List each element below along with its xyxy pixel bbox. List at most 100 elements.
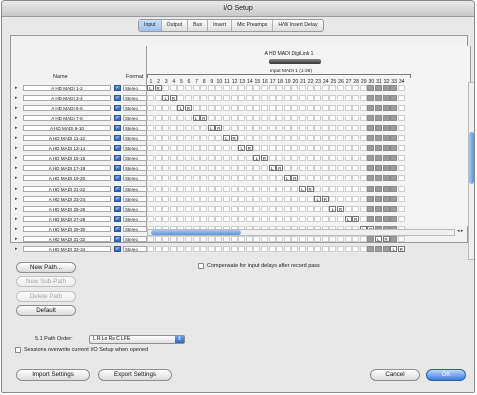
routing-cell[interactable]	[283, 245, 291, 252]
routing-cell[interactable]	[169, 215, 177, 222]
routing-cell[interactable]	[344, 205, 352, 212]
routing-cell[interactable]	[299, 195, 306, 202]
routing-cell[interactable]	[207, 195, 215, 202]
routing-cell[interactable]	[261, 215, 268, 222]
routing-cell[interactable]	[375, 135, 382, 142]
routing-cell[interactable]	[192, 215, 200, 222]
routing-cell[interactable]	[185, 95, 192, 102]
routing-cell[interactable]	[230, 185, 238, 192]
routing-cell[interactable]	[344, 135, 352, 142]
routing-cell[interactable]	[169, 105, 177, 112]
routing-cell[interactable]	[367, 145, 375, 152]
routing-cell[interactable]	[299, 165, 306, 172]
routing-cell[interactable]	[253, 195, 261, 202]
path-name-field[interactable]: A HD MADI 9-10	[23, 125, 111, 132]
routing-cell[interactable]	[200, 175, 208, 182]
routing-cell[interactable]	[261, 85, 268, 91]
routing-cell[interactable]	[367, 165, 375, 172]
routing-cell[interactable]	[359, 105, 367, 112]
routing-cell[interactable]	[230, 85, 238, 91]
path-name-field[interactable]: A HD MADI 29-30	[23, 225, 111, 232]
disclosure-triangle-icon[interactable]: ▸	[15, 175, 18, 181]
routing-cell[interactable]	[359, 205, 367, 212]
routing-cell[interactable]	[314, 175, 322, 182]
routing-cell[interactable]	[314, 155, 322, 162]
routing-cell[interactable]	[253, 135, 261, 142]
disclosure-triangle-icon[interactable]: ▸	[15, 145, 18, 151]
routing-cell[interactable]	[147, 135, 154, 142]
routing-cell[interactable]	[147, 235, 154, 242]
path-active-checkbox[interactable]: ✓	[114, 135, 121, 142]
routing-cell[interactable]	[367, 235, 375, 242]
path-format-select[interactable]: Stereo	[123, 115, 147, 122]
routing-cell[interactable]	[223, 155, 230, 162]
routing-cell[interactable]: L	[299, 185, 306, 192]
routing-cell[interactable]	[185, 115, 192, 122]
routing-cell[interactable]	[397, 85, 405, 91]
routing-cell[interactable]	[185, 205, 192, 212]
routing-cell[interactable]	[344, 105, 352, 112]
routing-cell[interactable]: R	[276, 165, 284, 172]
routing-cell[interactable]	[367, 175, 375, 182]
routing-cell[interactable]	[329, 125, 337, 132]
routing-cell[interactable]	[154, 175, 162, 182]
routing-cell[interactable]	[253, 205, 261, 212]
tab-input[interactable]: Input	[139, 20, 162, 31]
routing-cell[interactable]	[169, 125, 177, 132]
routing-cell[interactable]	[169, 115, 177, 122]
routing-cell[interactable]	[283, 155, 291, 162]
routing-cell[interactable]	[177, 135, 185, 142]
routing-cell[interactable]	[162, 245, 170, 252]
routing-cell[interactable]	[291, 185, 299, 192]
routing-cell[interactable]	[321, 135, 329, 142]
routing-cell[interactable]	[276, 85, 284, 91]
routing-cell[interactable]	[253, 185, 261, 192]
routing-cell[interactable]	[276, 235, 284, 242]
routing-cell[interactable]	[238, 185, 246, 192]
routing-cell[interactable]: R	[321, 195, 329, 202]
routing-cell[interactable]	[207, 215, 215, 222]
routing-cell[interactable]: R	[215, 125, 223, 132]
routing-cell[interactable]	[245, 175, 253, 182]
routing-cell[interactable]	[352, 155, 360, 162]
routing-cell[interactable]	[215, 175, 223, 182]
routing-cell[interactable]	[261, 195, 268, 202]
routing-cell[interactable]	[299, 115, 306, 122]
routing-cell[interactable]	[314, 115, 322, 122]
routing-cell[interactable]	[245, 115, 253, 122]
tab-insert[interactable]: Insert	[208, 20, 233, 31]
routing-cell[interactable]	[169, 195, 177, 202]
routing-cell[interactable]	[230, 165, 238, 172]
routing-cell[interactable]	[344, 175, 352, 182]
routing-cell[interactable]	[306, 205, 314, 212]
routing-cell[interactable]	[154, 165, 162, 172]
routing-cell[interactable]	[367, 95, 375, 102]
routing-cell[interactable]	[276, 115, 284, 122]
routing-cell[interactable]	[238, 195, 246, 202]
routing-cell[interactable]	[162, 105, 170, 112]
routing-cell[interactable]	[344, 125, 352, 132]
routing-cell[interactable]	[397, 145, 405, 152]
new-sub-path-button[interactable]: New Sub-Path	[16, 276, 76, 287]
routing-cell[interactable]	[154, 125, 162, 132]
new-path-button[interactable]: New Path...	[16, 262, 76, 273]
routing-cell[interactable]	[390, 205, 398, 212]
routing-cell[interactable]	[245, 85, 253, 91]
routing-cell[interactable]	[321, 235, 329, 242]
routing-cell[interactable]	[352, 205, 360, 212]
path-active-checkbox[interactable]: ✓	[114, 215, 121, 222]
routing-cell[interactable]	[147, 245, 154, 252]
routing-cell[interactable]	[321, 95, 329, 102]
routing-cell[interactable]	[162, 185, 170, 192]
routing-cell[interactable]	[268, 105, 276, 112]
routing-cell[interactable]: R	[200, 115, 208, 122]
routing-cell[interactable]	[375, 205, 382, 212]
routing-cell[interactable]	[268, 85, 276, 91]
routing-cell[interactable]	[352, 85, 360, 91]
routing-cell[interactable]	[367, 215, 375, 222]
routing-cell[interactable]	[344, 95, 352, 102]
routing-cell[interactable]	[147, 145, 154, 152]
routing-cell[interactable]	[276, 135, 284, 142]
routing-cell[interactable]	[245, 125, 253, 132]
routing-cell[interactable]	[337, 115, 344, 122]
